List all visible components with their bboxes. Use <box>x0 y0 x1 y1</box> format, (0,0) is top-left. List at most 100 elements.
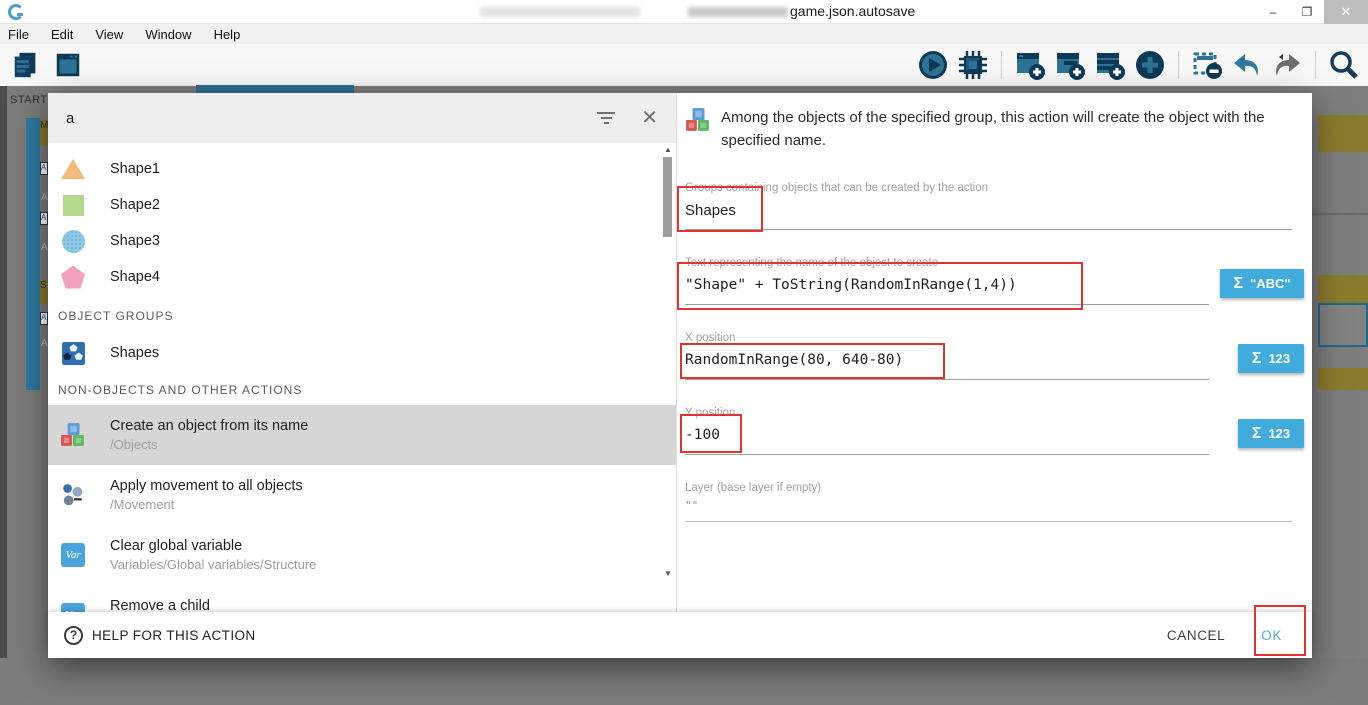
create-object-icon <box>60 422 86 448</box>
list-item-action-selected[interactable]: Create an object from its name /Objects <box>48 405 676 465</box>
add-comment-icon[interactable] <box>1094 49 1126 81</box>
object-name: Shape3 <box>110 233 160 249</box>
search-input[interactable]: a <box>66 110 595 127</box>
list-item-object[interactable]: Shape2 <box>48 187 676 223</box>
event-condition-row <box>1318 115 1368 152</box>
filter-icon[interactable] <box>595 112 617 124</box>
toolbar-separator <box>1178 51 1179 79</box>
field-label: Text representing the name of the object… <box>685 257 938 269</box>
menu-file[interactable]: File <box>8 27 29 42</box>
layer-input[interactable]: "" <box>685 499 698 512</box>
search-bar[interactable]: a ✕ <box>48 93 676 143</box>
list-item-action[interactable]: Apply movement to all objects /Movement <box>48 465 676 525</box>
field-label: Groups containing objects that can be cr… <box>685 182 988 194</box>
group-name: Shapes <box>110 345 159 361</box>
redacted-title-segment <box>480 7 640 17</box>
add-subevent-icon[interactable] <box>1054 49 1086 81</box>
object-name: Shape4 <box>110 269 160 285</box>
list-item-object[interactable]: Shape1 <box>48 151 676 187</box>
scrollbar-thumb[interactable] <box>663 157 672 237</box>
group-input[interactable]: Shapes <box>685 202 736 219</box>
undo-icon[interactable] <box>1231 49 1263 81</box>
number-expression-button[interactable]: Σ123 <box>1238 344 1304 373</box>
debug-icon[interactable] <box>957 49 989 81</box>
add-circle-icon[interactable] <box>1134 49 1166 81</box>
field-label: X position <box>685 332 736 344</box>
close-icon[interactable]: ✕ <box>641 108 658 128</box>
action-title: Apply movement to all objects <box>110 478 303 494</box>
scroll-down-icon[interactable]: ▼ <box>661 569 675 578</box>
event-condition-row <box>1318 275 1368 303</box>
number-expression-button[interactable]: Σ123 <box>1238 419 1304 448</box>
list-item-action[interactable]: Var Clear global variable Variables/Glob… <box>48 525 676 585</box>
delete-event-icon[interactable] <box>1191 49 1223 81</box>
redo-icon[interactable] <box>1271 49 1303 81</box>
event-action-chip: A <box>40 212 48 225</box>
menu-help[interactable]: Help <box>214 27 241 42</box>
apply-movement-icon <box>60 482 86 508</box>
ok-button[interactable]: OK <box>1261 628 1282 643</box>
maximize-button[interactable]: ❐ <box>1290 0 1324 24</box>
gdevelop-logo-icon <box>8 4 24 20</box>
variable-icon: Var <box>61 603 85 612</box>
search-icon[interactable] <box>1328 49 1360 81</box>
action-subtitle: /Objects <box>110 437 308 452</box>
create-object-icon <box>685 107 711 133</box>
window-title: game.json.autosave <box>790 3 915 19</box>
cancel-button[interactable]: CANCEL <box>1167 628 1225 643</box>
scene-editor-icon[interactable] <box>52 49 84 81</box>
field-underline <box>685 379 1209 380</box>
action-parameters-pane: Among the objects of the specified group… <box>677 93 1312 612</box>
variable-icon: Var <box>61 543 85 567</box>
event-letter: A <box>41 192 48 203</box>
y-position-input[interactable]: -100 <box>685 427 720 443</box>
list-scrollbar[interactable]: ▲ ▼ <box>661 145 675 585</box>
action-subtitle: Variables/Global variables/Structure <box>110 557 316 572</box>
field-layer: Layer (base layer if empty) "" <box>685 469 1304 544</box>
object-name-expression-input[interactable]: "Shape" + ToString(RandomInRange(1,4)) <box>685 277 1017 293</box>
x-position-input[interactable]: RandomInRange(80, 640-80) <box>685 352 903 368</box>
help-link[interactable]: HELP FOR THIS ACTION <box>92 628 256 643</box>
list-item-object[interactable]: Shape4 <box>48 259 676 295</box>
circle-object-icon <box>62 230 85 253</box>
help-icon[interactable]: ? <box>64 626 83 645</box>
minimize-button[interactable]: – <box>1256 0 1290 24</box>
event-condition-row: S <box>40 280 48 304</box>
action-subtitle: /Movement <box>110 497 303 512</box>
string-expression-button[interactable]: Σ"ABC" <box>1220 269 1304 298</box>
field-label: Layer (base layer if empty) <box>685 482 821 494</box>
toolbar-separator <box>1001 51 1002 79</box>
sigma-icon: Σ <box>1233 275 1243 293</box>
action-title: Remove a child <box>110 598 316 612</box>
field-label: Y position <box>685 407 735 419</box>
field-group: Groups containing objects that can be cr… <box>685 169 1304 244</box>
sigma-icon: Σ <box>1252 350 1262 368</box>
menu-edit[interactable]: Edit <box>51 27 73 42</box>
event-divider <box>1312 213 1368 215</box>
results-list: Shape1 Shape2 Shape3 Shape4 OBJECT GR <box>48 143 676 612</box>
field-x-position: X position RandomInRange(80, 640-80) Σ12… <box>685 319 1304 394</box>
close-button[interactable]: ✕ <box>1324 0 1368 24</box>
menu-view[interactable]: View <box>95 27 123 42</box>
field-underline <box>685 229 1292 230</box>
list-item-action[interactable]: Var Remove a child Variables/Global vari… <box>48 585 676 612</box>
add-event-icon[interactable] <box>1014 49 1046 81</box>
list-item-group[interactable]: Shapes <box>48 331 676 375</box>
menu-window[interactable]: Window <box>145 27 191 42</box>
event-condition-row <box>1318 368 1368 390</box>
redacted-path-segment <box>688 7 788 17</box>
play-preview-icon[interactable] <box>917 49 949 81</box>
scroll-up-icon[interactable]: ▲ <box>661 145 675 154</box>
event-action-chip: A <box>40 312 48 325</box>
main-toolbar <box>0 44 1368 86</box>
sigma-icon: Σ <box>1252 425 1262 443</box>
field-underline <box>685 521 1292 522</box>
project-manager-icon[interactable] <box>10 49 42 81</box>
action-editor-dialog: a ✕ Shape1 Shape2 Shape3 <box>48 93 1312 658</box>
field-object-name: Text representing the name of the object… <box>685 244 1304 319</box>
event-letter: A <box>41 338 48 349</box>
action-title: Create an object from its name <box>110 418 308 434</box>
list-item-object[interactable]: Shape3 <box>48 223 676 259</box>
action-list-pane: a ✕ Shape1 Shape2 Shape3 <box>48 93 677 612</box>
selected-event-outline <box>1318 303 1368 347</box>
